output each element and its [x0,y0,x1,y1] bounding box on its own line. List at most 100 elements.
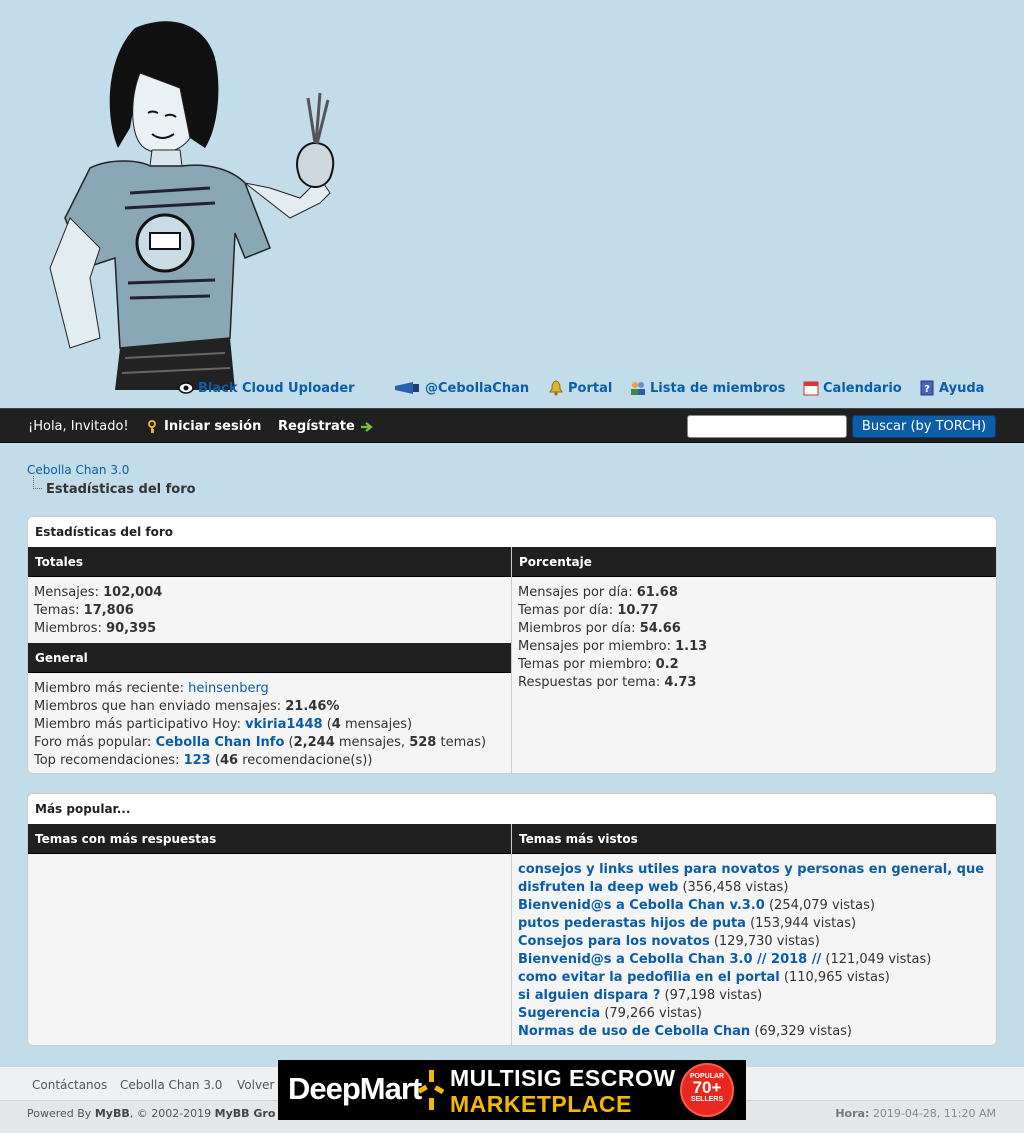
greeting-text: ¡Hola, Invitado! [28,419,129,434]
help-link[interactable]: ? Ayuda [919,380,984,396]
list-item: Normas de uso de Cebolla Chan (69,329 vi… [518,1024,853,1039]
thread-link[interactable]: putos pederastas hijos de puta [518,916,746,931]
breadcrumb-current: Estadísticas del foro [33,476,196,497]
calendar-icon [803,381,819,396]
posters-percent: 21.46% [285,699,340,714]
site-logo-girl-illustration[interactable] [30,18,350,390]
posts-count: 102,004 [103,585,163,600]
newest-member-link[interactable]: heinsenberg [188,681,269,696]
search-input[interactable] [687,415,847,438]
uploader-link-label: Black Cloud Uploader [198,380,355,396]
users-icon [631,382,645,395]
most-replied-list [28,854,511,1045]
portal-link-label: Portal [568,380,613,396]
register-link-label: Regístrate [278,419,355,434]
thread-link[interactable]: Sugerencia [518,1006,600,1021]
back-link[interactable]: Volver [237,1078,274,1092]
popular-forum-threads-label: temas) [440,735,487,750]
averages-section: Mensajes por día: 61.68 Temas por día: 1… [512,577,996,773]
top-poster-label: Miembro más participativo Hoy: [34,717,242,732]
list-item: Sugerencia (79,266 vistas) [518,1006,702,1021]
mybb-link[interactable]: MyBB [95,1107,130,1120]
popular-forum-posts: 2,244 [293,735,335,750]
list-item: Bienvenid@s a Cebolla Chan 3.0 // 2018 /… [518,952,932,967]
thread-link[interactable]: como evitar la pedofilia en el portal [518,970,780,985]
breadcrumb-home-link[interactable]: Cebolla Chan 3.0 [27,463,129,477]
average-row: Mensajes por miembro: 1.13 [518,639,708,654]
posts-label: Mensajes: [34,585,99,600]
banner-brand: DeepMart [288,1071,422,1106]
banner-line2: MARKETPLACE [450,1091,632,1117]
twitter-link[interactable]: @CebollaChan [393,380,529,396]
list-item: si alguien dispara ? (97,198 vistas) [518,988,763,1003]
general-header: General [28,643,511,673]
thread-link[interactable]: Consejos para los novatos [518,934,710,949]
header: Black Cloud Uploader @CebollaChan Portal… [0,0,1024,408]
popular-table: Más popular... Temas con más respuestas … [27,793,997,1046]
most-viewed-list: consejos y links utiles para novatos y p… [512,854,996,1045]
average-row: Temas por día: 10.77 [518,603,659,618]
top-rep-count: 46 [219,753,239,768]
top-links: Black Cloud Uploader @CebollaChan Portal… [0,378,1024,402]
mybb-group-link[interactable]: MyBB Gro [215,1107,276,1120]
bell-icon [549,380,563,396]
list-item: Consejos para los novatos (129,730 vista… [518,934,820,949]
members-label: Miembros: [34,621,102,636]
thread-link[interactable]: si alguien dispara ? [518,988,660,1003]
top-rep-link[interactable]: 123 [184,753,211,768]
threads-label: Temas: [34,603,80,618]
help-book-icon: ? [920,380,934,396]
uploader-link[interactable]: Black Cloud Uploader [178,380,355,396]
user-panel: ¡Hola, Invitado! Iniciar sesión Regístra… [0,408,1024,443]
member-list-link[interactable]: Lista de miembros [630,380,785,396]
thread-link[interactable]: Bienvenid@s a Cebolla Chan v.3.0 [518,898,765,913]
popular-forum-link[interactable]: Cebolla Chan Info [156,735,285,750]
average-row: Mensajes por día: 61.68 [518,585,678,600]
banner-badge: POPULAR 70+ SELLERS [680,1063,734,1117]
top-poster-suffix: mensajes) [344,717,413,732]
popular-title: Más popular... [28,794,996,824]
login-link-label: Iniciar sesión [164,419,262,434]
breadcrumb: Cebolla Chan 3.0 Estadísticas del foro [27,463,196,497]
posters-label: Miembros que han enviado mensajes: [34,699,282,714]
key-icon [148,419,156,433]
top-rep-label: Top recomendaciones: [34,753,180,768]
members-count: 90,395 [106,621,157,636]
twitter-link-label: @CebollaChan [425,380,530,396]
average-row: Miembros por día: 54.66 [518,621,681,636]
member-list-link-label: Lista de miembros [650,380,786,396]
totals-header: Totales [28,547,511,577]
totals-section: Mensajes: 102,004 Temas: 17,806 Miembros… [28,577,511,643]
arrow-right-icon [360,421,373,432]
top-rep-suffix: recomendacione(s)) [242,753,373,768]
banner-line1: MULTISIG ESCROW [450,1065,676,1091]
thread-link[interactable]: Bienvenid@s a Cebolla Chan 3.0 // 2018 /… [518,952,821,967]
site-link[interactable]: Cebolla Chan 3.0 [120,1078,222,1092]
popular-forum-posts-label: mensajes, [338,735,406,750]
top-poster-link[interactable]: vkiria1448 [245,717,322,732]
forum-stats-table: Estadísticas del foro Totales Mensajes: … [27,516,997,774]
calendar-link-label: Calendario [823,380,902,396]
deepmart-ad-banner[interactable]: DeepMart MULTISIG ESCROW MARKETPLACE POP… [278,1060,746,1120]
forum-stats-title: Estadísticas del foro [28,517,996,547]
top-poster-count: 4 [331,717,341,732]
eye-icon [178,382,194,394]
newest-member-label: Miembro más reciente: [34,681,184,696]
calendar-link[interactable]: Calendario [803,380,902,396]
list-item: consejos y links utiles para novatos y p… [518,862,985,895]
general-section: Miembro más reciente: heinsenberg Miembr… [28,673,511,773]
average-row: Respuestas por tema: 4.73 [518,675,697,690]
login-link[interactable]: Iniciar sesión [145,419,261,434]
register-link[interactable]: Regístrate [278,419,374,434]
search-button[interactable]: Buscar (by TORCH) [852,415,996,438]
server-time: Hora: 2019-04-28, 11:20 AM [835,1107,996,1120]
spark-logo-icon [418,1070,444,1110]
list-item: putos pederastas hijos de puta (153,944 … [518,916,857,931]
help-link-label: Ayuda [939,380,985,396]
popular-forum-threads: 528 [409,735,437,750]
list-item: Bienvenid@s a Cebolla Chan v.3.0 (254,07… [518,898,875,913]
thread-link[interactable]: Normas de uso de Cebolla Chan [518,1024,750,1039]
svg-text:?: ? [924,384,930,395]
portal-link[interactable]: Portal [548,380,612,396]
contact-link[interactable]: Contáctanos [32,1078,107,1092]
